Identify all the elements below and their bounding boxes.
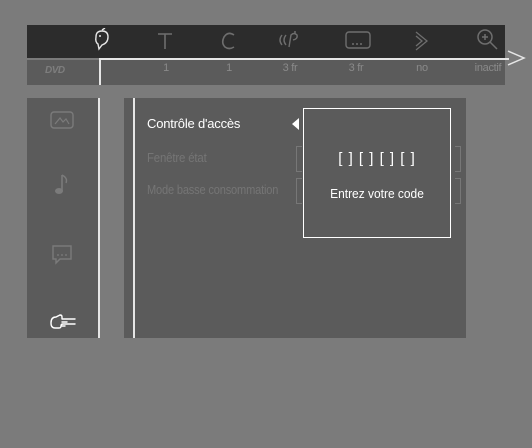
option-bracket-right <box>455 178 461 204</box>
audio-value: 3 fr <box>282 62 298 74</box>
code-input[interactable]: [ ] [ ] [ ] [ ] <box>303 150 451 167</box>
settings-panel-divider <box>133 98 135 338</box>
title-icon[interactable] <box>155 31 175 51</box>
title-value: 1 <box>163 62 169 74</box>
dvd-logo: DVD <box>45 65 65 76</box>
zoom-icon[interactable] <box>476 28 500 52</box>
value-bar-divider <box>99 60 101 85</box>
option-bracket-left <box>296 178 302 204</box>
menu-item-low-power-mode[interactable]: Mode basse consommation <box>147 182 278 197</box>
angle-value: no <box>416 62 428 74</box>
option-bracket-right <box>455 146 461 172</box>
code-prompt: Entrez votre code <box>330 186 424 201</box>
audio-icon[interactable] <box>277 29 303 51</box>
speech-bubble-icon[interactable] <box>50 243 74 272</box>
arrow-right-icon <box>507 50 526 66</box>
subtitle-icon[interactable] <box>344 30 372 52</box>
menu-item-status-window[interactable]: Fenêtre état <box>147 150 207 165</box>
code-entry-dialog <box>303 108 451 238</box>
selection-pointer-icon <box>292 118 299 130</box>
parental-icon[interactable] <box>90 28 112 52</box>
zoom-value: inactif <box>474 62 502 74</box>
picture-icon[interactable] <box>49 110 75 137</box>
angle-icon[interactable] <box>412 30 432 52</box>
option-bracket-left <box>296 146 302 172</box>
subtitle-value: 3 fr <box>348 62 364 74</box>
chapter-value: 1 <box>226 62 232 74</box>
hand-pointer-icon[interactable] <box>49 313 77 336</box>
sidebar-divider <box>98 98 100 338</box>
music-note-icon[interactable] <box>52 173 72 202</box>
menu-item-access-control[interactable]: Contrôle d'accès <box>147 116 240 131</box>
chapter-icon[interactable] <box>219 31 239 51</box>
